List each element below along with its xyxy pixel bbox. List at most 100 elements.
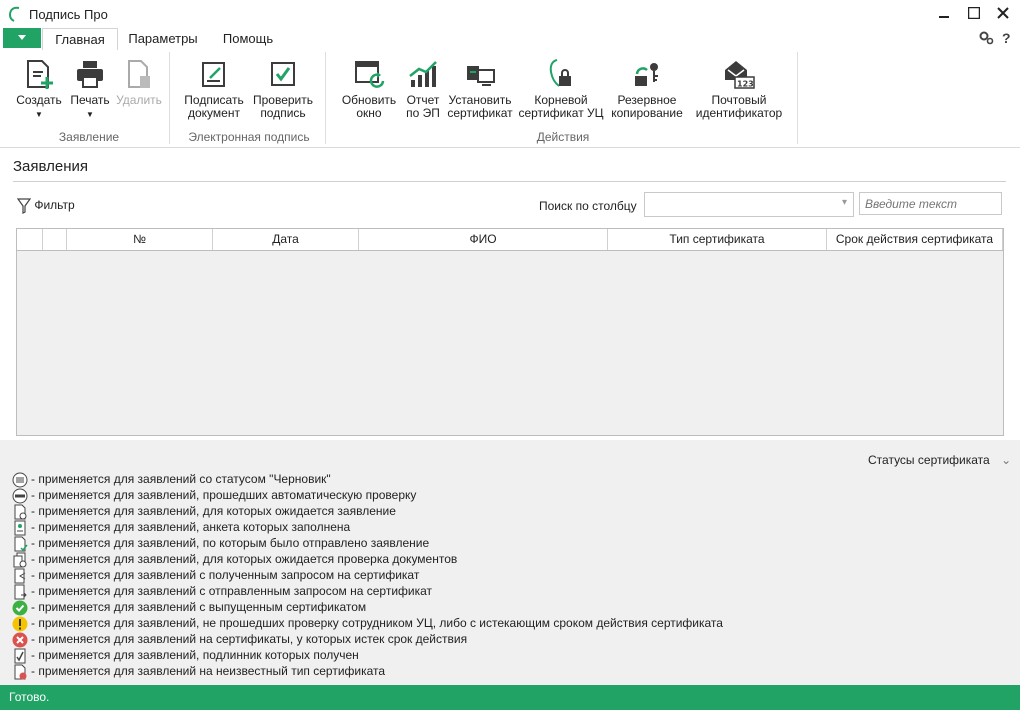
postal-label-1: Почтовый [711,93,767,107]
search-by-column-label: Поиск по столбцу [539,199,637,213]
close-icon [997,7,1009,19]
divider [13,181,1006,182]
settings-button[interactable] [978,30,994,49]
create-button[interactable]: Создать ▼ [14,58,64,121]
root-certificate-lock-icon [549,59,571,87]
statement-sent-icon [14,536,28,552]
svg-text:123: 123 [737,80,754,89]
certificate-statuses-toggle[interactable]: Статусы сертификата ⌄ [868,453,1011,467]
maximize-icon [967,6,981,20]
filter-icon [16,198,32,214]
group-label-signature: Электронная подпись [188,130,310,144]
table-header: № Дата ФИО Тип сертификата Срок действия… [17,229,1003,251]
create-label: Создать [16,93,62,107]
backup-label-2: копирование [611,106,683,120]
tab-main[interactable]: Главная [42,28,118,52]
refresh-window-icon [355,61,385,88]
statements-table[interactable]: № Дата ФИО Тип сертификата Срок действия… [16,228,1004,436]
tab-help[interactable]: Помощь [216,28,280,50]
minimize-icon [939,16,949,18]
printer-icon [77,61,103,88]
request-sent-icon [14,584,27,600]
backup-label-1: Резервное [617,93,677,107]
filter-label: Фильтр [34,198,75,213]
refresh-label-2: окно [356,106,382,120]
ribbon-separator [797,52,798,144]
issued-check-icon [12,600,28,616]
postal-identifier-button[interactable]: 123 Почтовый идентификатор [692,58,786,120]
sign-document-icon [202,62,225,87]
chevron-down-icon: ▾ [841,197,847,208]
column-header-flag[interactable] [43,229,67,250]
window-title: Подпись Про [29,7,108,22]
report-label-1: Отчет [406,93,440,107]
new-document-icon [27,60,53,89]
title-bar: Подпись Про [0,0,1020,28]
warning-icon [12,616,28,632]
legend-item: - применяется для заявлений, подлинник к… [12,647,359,664]
app-logo-icon [8,6,20,22]
legend-item: - применяется для заявлений, анкета кото… [12,519,350,536]
print-button[interactable]: Печать ▼ [66,58,114,121]
delete-button[interactable]: Удалить [115,58,163,107]
root-label-2: сертификат УЦ [518,106,604,120]
column-header-name[interactable]: ФИО [359,229,608,250]
legend-item: - применяется для заявлений, для которых… [12,503,396,520]
legend-title: Статусы сертификата [868,453,990,467]
dropdown-arrow-icon: ▼ [35,110,43,119]
gears-icon [979,31,994,45]
legend-item: - применяется для заявлений со статусом … [12,471,331,488]
legend-item: - применяется для заявлений, по которым … [12,535,429,552]
dropdown-arrow-icon [18,35,26,41]
column-header-status[interactable] [17,229,43,250]
question-icon: ? [1002,30,1011,46]
dropdown-arrow-icon: ▼ [86,110,94,119]
backup-button[interactable]: Резервное копирование [608,58,686,120]
minimize-button[interactable] [932,4,956,24]
delete-document-icon [128,60,150,88]
postal-label-2: идентификатор [695,106,783,120]
legend-item: - применяется для заявлений с отправленн… [12,583,432,600]
request-received-icon [14,568,26,584]
close-button[interactable] [991,4,1015,24]
report-label-2: по ЭП [406,106,440,120]
legend-item: - применяется для заявлений с полученным… [12,567,419,584]
form-filled-icon [14,520,26,536]
help-button[interactable]: ? [1002,30,1011,46]
page-title: Заявления [13,158,89,175]
verify-label-2: подпись [260,106,306,120]
column-select[interactable]: ▾ [644,192,854,217]
install-certificate-button[interactable]: Установить сертификат [446,58,514,120]
column-header-date[interactable]: Дата [213,229,359,250]
ribbon-separator [325,52,326,144]
backup-key-icon [635,63,658,86]
filter-button[interactable]: Фильтр [16,198,75,214]
chevron-down-icon: ⌄ [1001,453,1012,467]
expired-error-icon [12,632,28,648]
print-label: Печать [70,93,110,107]
verify-signature-button[interactable]: Проверить подпись [251,58,315,120]
root-label-1: Корневой [534,93,588,107]
awaiting-statement-icon [14,504,27,520]
maximize-button[interactable] [962,4,986,24]
auto-checked-status-icon [12,488,28,504]
tab-parameters[interactable]: Параметры [124,28,202,50]
report-button[interactable]: Отчет по ЭП [404,58,442,120]
mail-123-icon: 123 [725,61,755,89]
ribbon-separator [169,52,170,144]
column-header-number[interactable]: № [67,229,213,250]
root-certificate-button[interactable]: Корневой сертификат УЦ [518,58,604,120]
refresh-window-button[interactable]: Обновить окно [338,58,400,120]
column-header-cert-validity[interactable]: Срок действия сертификата [827,229,1003,250]
sign-label-2: документ [188,106,240,120]
search-input[interactable] [859,192,1002,215]
install-label-1: Установить [448,93,512,107]
status-bar: Готово. [0,685,1020,710]
verify-label-1: Проверить [252,93,313,107]
unknown-type-icon [14,664,27,680]
chart-report-icon [409,61,437,87]
sign-document-button[interactable]: Подписать документ [182,58,246,120]
column-header-cert-type[interactable]: Тип сертификата [608,229,827,250]
group-label-statement: Заявление [58,130,120,144]
app-menu-button[interactable] [3,28,41,48]
